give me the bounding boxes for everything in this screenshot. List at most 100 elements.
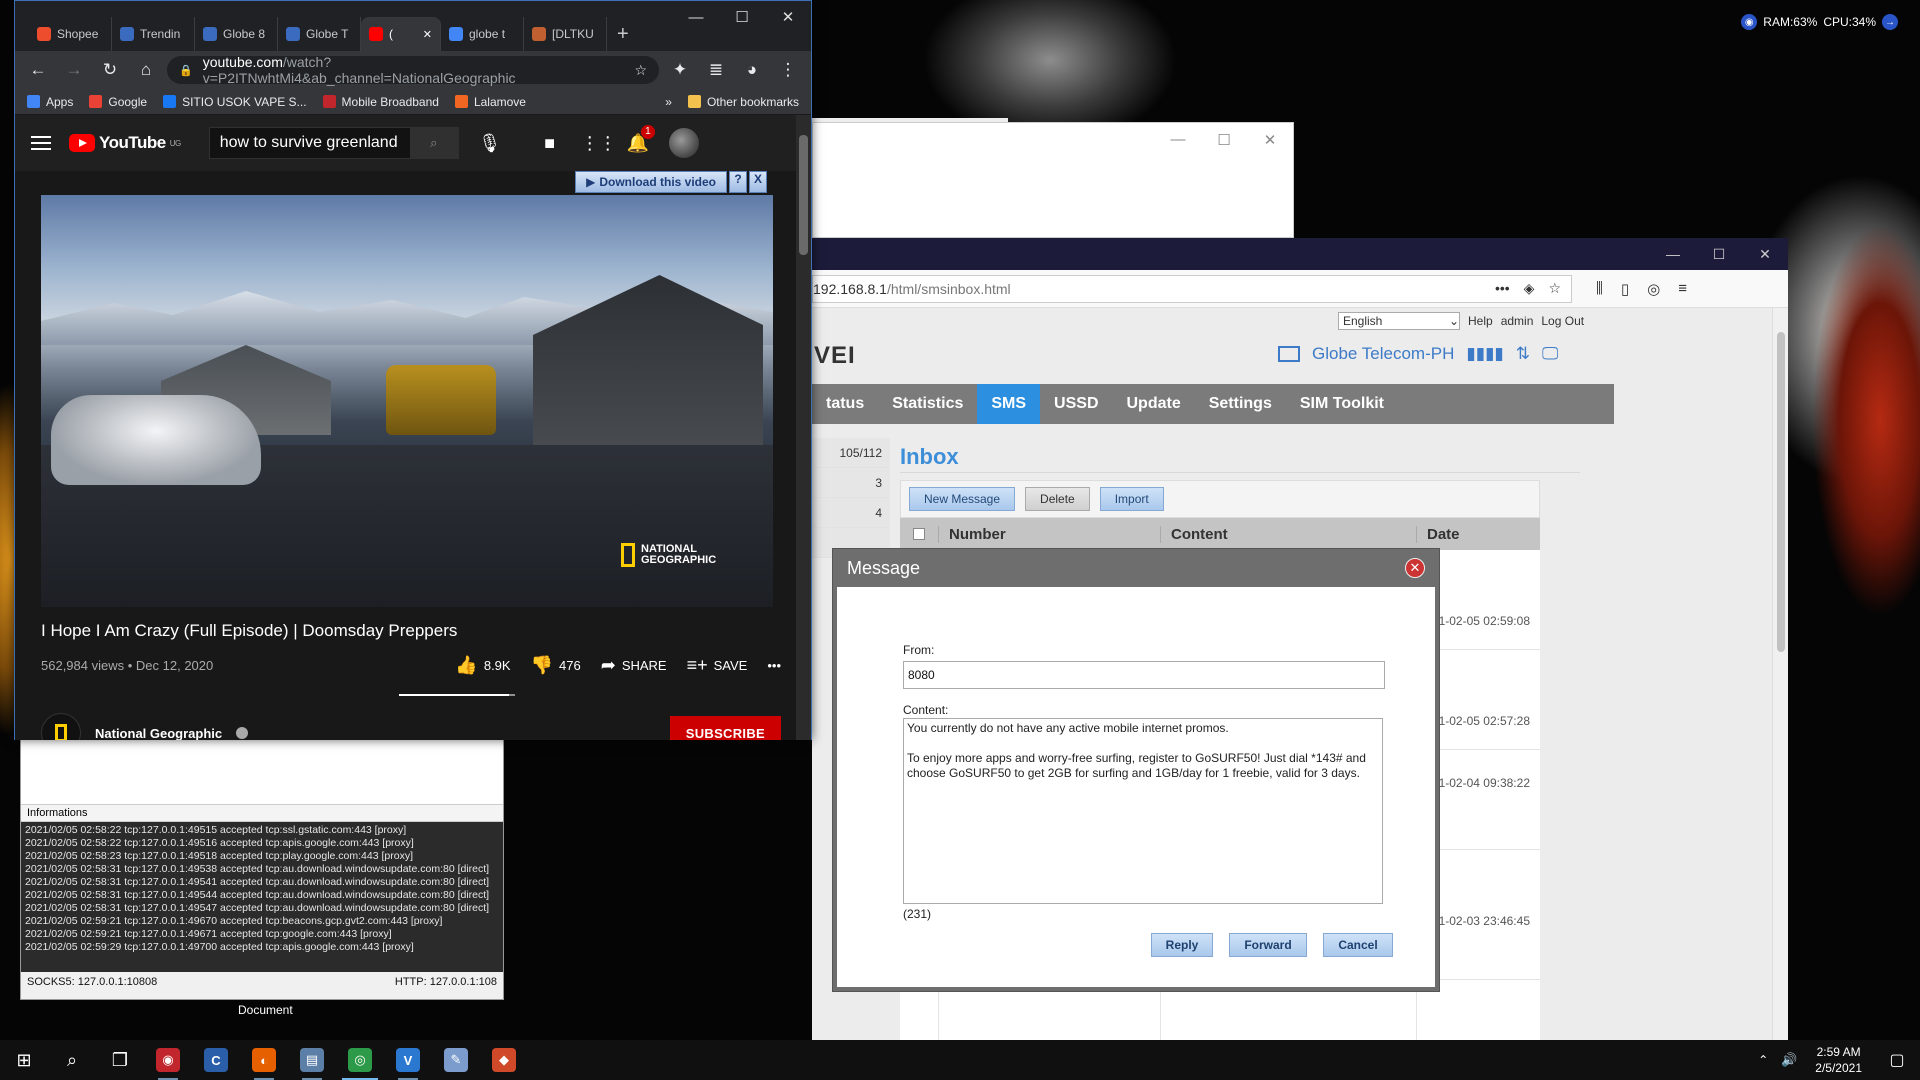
- close-button[interactable]: X: [749, 171, 767, 193]
- column-date[interactable]: Date: [1416, 525, 1540, 543]
- blank-window[interactable]: — ☐ ✕: [812, 122, 1294, 238]
- close-tab-icon[interactable]: ✕: [423, 28, 432, 41]
- extensions-icon[interactable]: ✦: [665, 60, 695, 80]
- search-icon[interactable]: ⌕: [409, 128, 458, 158]
- save-button[interactable]: ≡+ SAVE: [687, 655, 748, 676]
- forward-icon[interactable]: →: [59, 60, 89, 80]
- search-box[interactable]: how to survive greenland ⌕: [208, 127, 459, 159]
- start-button[interactable]: ⊞: [0, 1040, 48, 1080]
- bookmark-item[interactable]: SITIO USOK VAPE S...: [163, 95, 307, 109]
- nav-item[interactable]: Statistics: [878, 384, 977, 424]
- help-button[interactable]: ?: [729, 171, 747, 193]
- browser-tab[interactable]: globe t: [441, 17, 524, 51]
- browser-tab[interactable]: (✕: [361, 17, 441, 51]
- profile-icon[interactable]: ◕: [737, 60, 767, 80]
- more-actions-button[interactable]: •••: [767, 658, 781, 673]
- nav-item[interactable]: tatus: [812, 384, 878, 424]
- library-icon[interactable]: ⫼: [1596, 280, 1603, 298]
- select-all-checkbox[interactable]: [900, 528, 938, 540]
- nav-item[interactable]: USSD: [1040, 384, 1112, 424]
- close-icon[interactable]: ✕: [1405, 558, 1425, 578]
- sidebar-icon[interactable]: ▯: [1621, 280, 1629, 298]
- nav-item[interactable]: SMS: [977, 384, 1041, 424]
- search-input[interactable]: how to survive greenland: [210, 134, 410, 152]
- subscribe-button[interactable]: SUBSCRIBE: [669, 715, 781, 740]
- address-bar[interactable]: 🔒 youtube.com/watch?v=P2ITNwhtMi4&ab_cha…: [167, 54, 659, 86]
- sms-folder-count[interactable]: 3: [812, 468, 890, 498]
- bookmark-star-icon[interactable]: ☆: [634, 62, 647, 79]
- page-scrollbar[interactable]: [1772, 308, 1788, 1041]
- channel-avatar[interactable]: [41, 713, 81, 740]
- nav-item[interactable]: Settings: [1195, 384, 1286, 424]
- lock-icon[interactable]: 🔒: [179, 64, 193, 77]
- microphone-icon[interactable]: 🎙: [477, 133, 503, 154]
- page-actions-icon[interactable]: •••: [1495, 280, 1510, 297]
- bookmarks-overflow-icon[interactable]: »: [665, 95, 672, 109]
- pocket-icon[interactable]: ◈: [1524, 280, 1535, 297]
- nav-item[interactable]: Update: [1113, 384, 1195, 424]
- taskbar-ccleaner-button[interactable]: C: [192, 1040, 240, 1080]
- home-icon[interactable]: ⌂: [131, 60, 161, 80]
- notifications-icon[interactable]: 🔔 1: [625, 124, 655, 154]
- other-bookmarks[interactable]: Other bookmarks: [687, 95, 799, 109]
- new-message-button[interactable]: New Message: [909, 487, 1016, 511]
- bookmark-star-icon[interactable]: ☆: [1548, 280, 1561, 297]
- bookmark-item[interactable]: Mobile Broadband: [322, 95, 439, 109]
- proxy-client-window[interactable]: Informations 2021/02/05 02:58:22 tcp:127…: [20, 738, 504, 1000]
- clock[interactable]: 2:59 AM 2/5/2021: [1803, 1044, 1874, 1076]
- nav-item[interactable]: SIM Toolkit: [1286, 384, 1398, 424]
- dislike-button[interactable]: 👎 476: [531, 655, 581, 676]
- minimize-icon[interactable]: —: [1650, 238, 1696, 270]
- close-icon[interactable]: ✕: [1247, 131, 1293, 149]
- logout-link[interactable]: Log Out: [1541, 314, 1584, 328]
- taskbar-v2ray-button[interactable]: V: [384, 1040, 432, 1080]
- account-icon[interactable]: ◎: [1647, 280, 1660, 298]
- apps-grid-icon[interactable]: ⋮⋮: [581, 133, 617, 154]
- maximize-icon[interactable]: ☐: [1696, 238, 1742, 270]
- column-number[interactable]: Number: [938, 525, 1160, 543]
- menu-icon[interactable]: ≡: [1678, 280, 1687, 298]
- cancel-button[interactable]: Cancel: [1323, 933, 1393, 957]
- bookmark-item[interactable]: Lalamove: [454, 95, 526, 109]
- forward-button[interactable]: Forward: [1229, 933, 1307, 957]
- from-field[interactable]: 8080: [903, 661, 1385, 689]
- sms-folder-count[interactable]: 105/112: [812, 438, 890, 468]
- envelope-icon[interactable]: [1278, 346, 1300, 362]
- task-view-icon[interactable]: ❐: [96, 1040, 144, 1080]
- chevron-up-icon[interactable]: ⌃: [1751, 1040, 1775, 1080]
- bookmark-item[interactable]: Google: [89, 95, 147, 109]
- reply-button[interactable]: Reply: [1151, 933, 1213, 957]
- help-link[interactable]: Help: [1468, 314, 1493, 328]
- back-icon[interactable]: ←: [23, 60, 53, 80]
- bookmark-item[interactable]: Apps: [27, 95, 73, 109]
- taskbar-firefox-button[interactable]: ◐: [240, 1040, 288, 1080]
- volume-icon[interactable]: 🔊: [1775, 1040, 1803, 1080]
- search-icon[interactable]: ⌕: [48, 1040, 96, 1080]
- language-select[interactable]: English ⌄: [1338, 312, 1460, 330]
- taskbar-notepad-button[interactable]: ▤: [288, 1040, 336, 1080]
- close-icon[interactable]: ✕: [1742, 238, 1788, 270]
- browser-tab[interactable]: [DLTKU: [524, 17, 607, 51]
- chrome-window[interactable]: Shopee Trendin Globe 8 Globe T(✕ globe t [DLT…: [14, 0, 812, 740]
- share-button[interactable]: ➦ SHARE: [601, 655, 667, 676]
- chrome-menu-icon[interactable]: ⋮: [773, 60, 803, 80]
- taskbar-paint-button[interactable]: ◆: [480, 1040, 528, 1080]
- download-video-button[interactable]: ▶ Download this video: [575, 171, 727, 193]
- page-scrollbar[interactable]: [796, 115, 811, 740]
- video-player[interactable]: NATIONAL GEOGRAPHIC: [41, 195, 773, 607]
- address-bar[interactable]: 192.168.8.1/html/smsinbox.html ••• ◈ ☆: [812, 274, 1572, 303]
- sms-folder-count[interactable]: 4: [812, 498, 890, 528]
- maximize-icon[interactable]: ☐: [719, 1, 765, 33]
- content-textarea[interactable]: You currently do not have any active mob…: [903, 718, 1383, 904]
- minimize-icon[interactable]: —: [673, 1, 719, 33]
- like-button[interactable]: 👍 8.9K: [455, 655, 510, 676]
- browser-tab[interactable]: Trendin: [112, 17, 195, 51]
- taskbar-editor-button[interactable]: ✎: [432, 1040, 480, 1080]
- minimize-icon[interactable]: —: [1155, 131, 1201, 149]
- arrow-icon[interactable]: →: [1882, 14, 1898, 30]
- reload-icon[interactable]: ↻: [95, 60, 125, 80]
- media-icon[interactable]: ≣: [701, 60, 731, 80]
- youtube-logo[interactable]: YouTube UG: [69, 133, 181, 153]
- avatar[interactable]: [668, 128, 699, 158]
- taskbar-antivirus-button[interactable]: ◉: [144, 1040, 192, 1080]
